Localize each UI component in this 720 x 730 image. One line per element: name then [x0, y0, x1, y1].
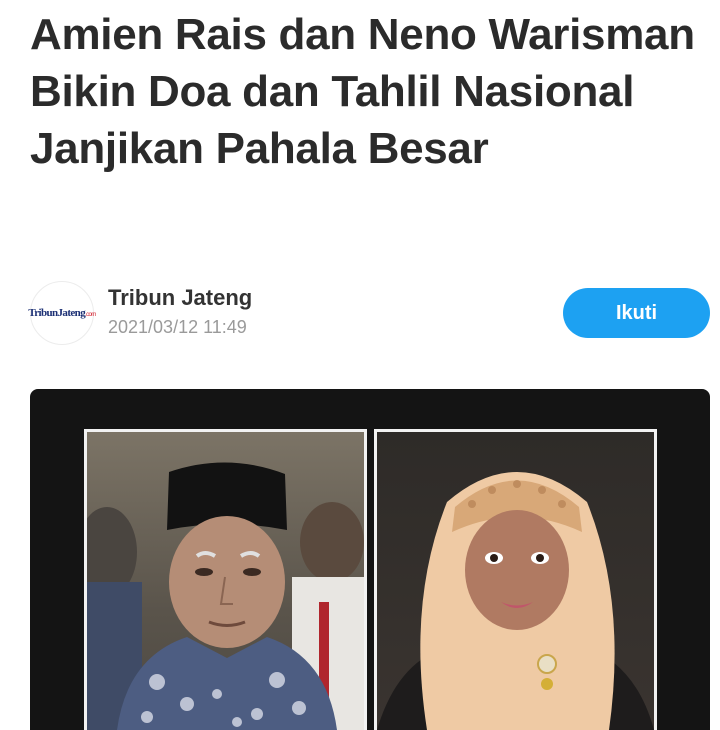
photo-left [84, 429, 367, 730]
source-logo-text: TribunJateng.com [28, 307, 96, 319]
article-title: Amien Rais dan Neno Warisman Bikin Doa d… [30, 10, 695, 173]
man-portrait-illustration [87, 462, 364, 730]
source-name[interactable]: Tribun Jateng [108, 285, 252, 311]
source-logo[interactable]: TribunJateng.com [28, 281, 96, 345]
article-image[interactable] [30, 389, 710, 730]
woman-portrait-illustration [377, 472, 654, 730]
photo-right [374, 429, 657, 730]
follow-button[interactable]: Ikuti [563, 288, 710, 338]
source-row: TribunJateng.com Tribun Jateng 2021/03/1… [28, 281, 710, 345]
publish-timestamp: 2021/03/12 11:49 [108, 317, 247, 337]
